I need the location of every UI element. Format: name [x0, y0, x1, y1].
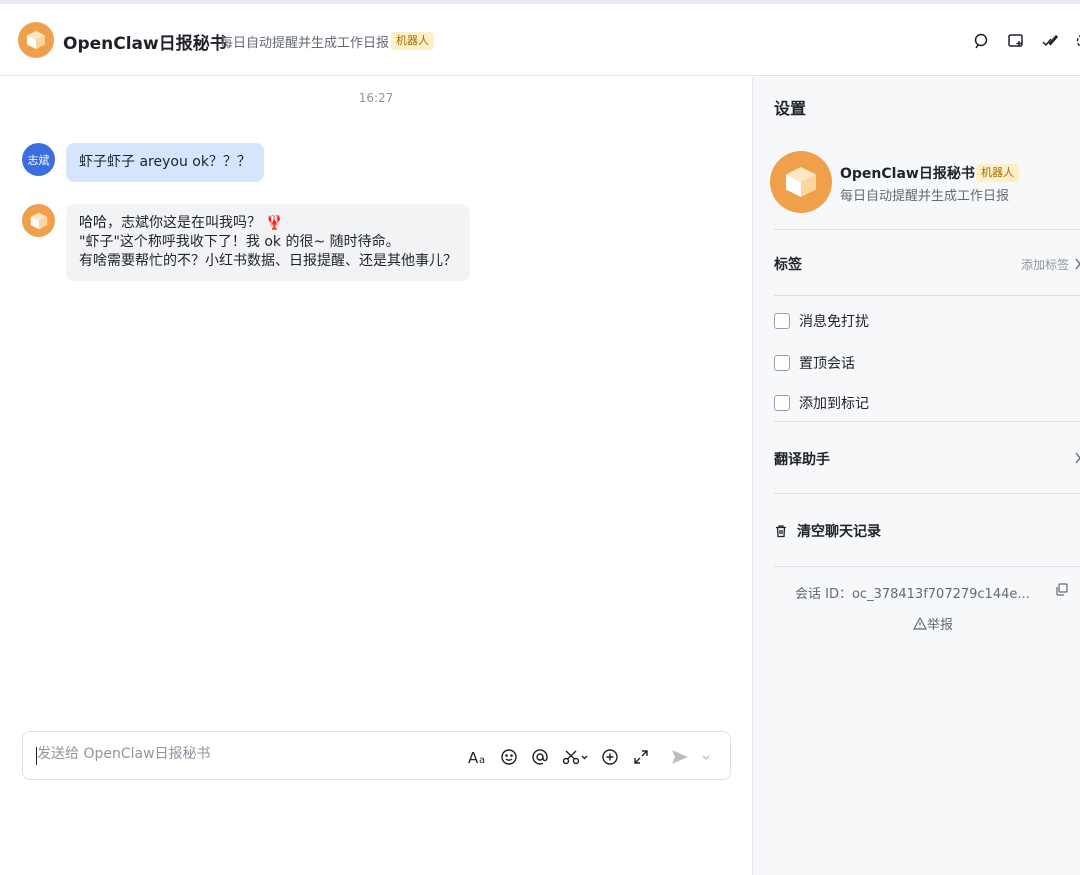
- message-bubble-user[interactable]: 虾子虾子 areyou ok？？？: [66, 143, 264, 182]
- chevron-right-icon[interactable]: [1075, 452, 1080, 464]
- expand-icon[interactable]: [630, 746, 652, 768]
- bot-badge: 机器人: [976, 164, 1019, 182]
- message-line: 有啥需要帮忙的不？小红书数据、日报提醒、还是其他事儿？: [79, 253, 457, 269]
- message-text: 虾子虾子 areyou ok？？？: [79, 154, 251, 170]
- svg-text:a: a: [479, 755, 485, 766]
- trash-icon: [776, 525, 786, 538]
- bot-badge: 机器人: [391, 32, 434, 50]
- message-line: 哈哈，志斌你这是在叫我吗？ 🦞: [79, 214, 457, 233]
- warning-icon: [913, 617, 927, 630]
- message-input[interactable]: [37, 746, 457, 762]
- report-link[interactable]: 举报: [913, 614, 953, 633]
- text-format-icon[interactable]: Aa: [467, 746, 489, 768]
- clear-history-button[interactable]: 清空聊天记录: [774, 521, 881, 541]
- settings-icon[interactable]: [1074, 31, 1080, 51]
- chat-title[interactable]: OpenClaw日报秘书: [63, 29, 227, 54]
- bot-avatar[interactable]: [22, 204, 55, 237]
- message-timestamp: 16:27: [358, 91, 394, 105]
- divider: [774, 566, 1080, 567]
- mention-icon[interactable]: [529, 746, 551, 768]
- message-row-bot: 哈哈，志斌你这是在叫我吗？ 🦞 "虾子"这个称呼我收下了！我 ok 的很~ 随时…: [22, 204, 470, 281]
- panel-title: 设置: [774, 99, 807, 118]
- scissors-icon[interactable]: [561, 746, 591, 768]
- bot-avatar-large[interactable]: [770, 151, 832, 213]
- divider: [774, 295, 1080, 296]
- checkbox[interactable]: [774, 313, 790, 329]
- option-label: 添加到标记: [799, 396, 869, 412]
- message-line: "虾子"这个称呼我收下了！我 ok 的很~ 随时待命。: [79, 234, 400, 250]
- settings-panel: 设置 OpenClaw日报秘书 机器人 每日自动提醒并生成工作日报 标签 添加标…: [752, 77, 1080, 875]
- translate-assistant-item[interactable]: 翻译助手: [774, 449, 830, 469]
- cube-icon: [30, 212, 47, 229]
- add-circle-icon[interactable]: [599, 746, 621, 768]
- add-screen-icon[interactable]: [1006, 31, 1026, 51]
- checkbox[interactable]: [774, 355, 790, 371]
- option-pin-chat[interactable]: 置顶会话: [774, 353, 855, 373]
- option-label: 置顶会话: [799, 356, 855, 372]
- add-tag-link[interactable]: 添加标签: [1021, 256, 1069, 273]
- cube-icon: [27, 31, 45, 49]
- divider: [774, 421, 1080, 422]
- copy-icon[interactable]: [1055, 583, 1068, 596]
- option-do-not-disturb[interactable]: 消息免打扰: [774, 311, 869, 331]
- message-text: 哈哈，志斌你这是在叫我吗？: [79, 215, 261, 231]
- chat-header: OpenClaw日报秘书 每日自动提醒并生成工作日报 机器人: [0, 4, 1080, 76]
- pen-check-icon[interactable]: [1040, 31, 1060, 51]
- emoji-icon[interactable]: [498, 746, 520, 768]
- chevron-down-icon[interactable]: [699, 746, 713, 768]
- message-composer: Aa: [22, 731, 731, 780]
- option-add-to-flag[interactable]: 添加到标记: [774, 393, 869, 413]
- lobster-emoji: 🦞: [265, 215, 283, 231]
- option-label: 消息免打扰: [799, 314, 869, 330]
- message-row-user: 志斌 虾子虾子 areyou ok？？？: [22, 143, 264, 182]
- bot-avatar[interactable]: [18, 22, 54, 58]
- search-icon[interactable]: [972, 31, 992, 51]
- bot-name: OpenClaw日报秘书: [840, 166, 975, 182]
- bot-description: 每日自动提醒并生成工作日报: [840, 189, 1010, 204]
- svg-text:A: A: [468, 749, 479, 766]
- clear-history-label: 清空聊天记录: [797, 524, 881, 540]
- session-id: 会话 ID：oc_378413f707279c144e...: [795, 587, 1030, 602]
- message-bubble-bot[interactable]: 哈哈，志斌你这是在叫我吗？ 🦞 "虾子"这个称呼我收下了！我 ok 的很~ 随时…: [66, 204, 470, 281]
- chat-subtitle: 每日自动提醒并生成工作日报: [220, 36, 390, 51]
- send-icon[interactable]: [669, 746, 691, 768]
- report-label: 举报: [927, 618, 954, 633]
- header-toolbar: [972, 31, 1080, 51]
- divider: [774, 229, 1080, 230]
- tags-label: 标签: [774, 257, 802, 273]
- divider: [774, 493, 1080, 494]
- checkbox[interactable]: [774, 395, 790, 411]
- chevron-right-icon[interactable]: [1075, 258, 1080, 270]
- cube-icon: [786, 167, 816, 197]
- user-avatar[interactable]: 志斌: [22, 143, 55, 176]
